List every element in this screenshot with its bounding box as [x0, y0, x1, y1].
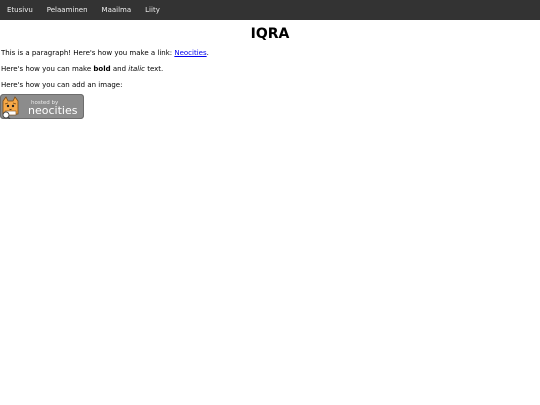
paragraph-period: . [206, 49, 209, 57]
nav-item-etusivu[interactable]: Etusivu [0, 0, 40, 20]
paragraph-text: text. [144, 65, 164, 73]
nav-item-pelaaminen[interactable]: Pelaaminen [40, 0, 95, 20]
italic-text: italic [128, 65, 145, 73]
neocities-badge-image: hosted by neocities [0, 94, 84, 119]
paragraph-text: and [110, 65, 129, 73]
top-nav-bar: Etusivu Pelaaminen Maailma Liity [0, 0, 540, 20]
page-title: IQRA [250, 26, 290, 42]
nav-item-maailma[interactable]: Maailma [95, 0, 139, 20]
paragraph-text: Here's how you can make [1, 65, 94, 73]
paragraph-format-example: Here's how you can make bold and italic … [0, 65, 540, 73]
paragraph-text: This is a paragraph! Here's how you make… [1, 49, 175, 57]
nav-item-liity[interactable]: Liity [138, 0, 167, 20]
paragraph-image-example: Here's how you can add an image: [1, 81, 123, 89]
bold-text: bold [93, 65, 111, 73]
paragraph-link-example: This is a paragraph! Here's how you make… [0, 49, 540, 57]
badge-big-text: neocities [28, 104, 78, 117]
neocities-link[interactable]: Neocities [174, 49, 206, 57]
